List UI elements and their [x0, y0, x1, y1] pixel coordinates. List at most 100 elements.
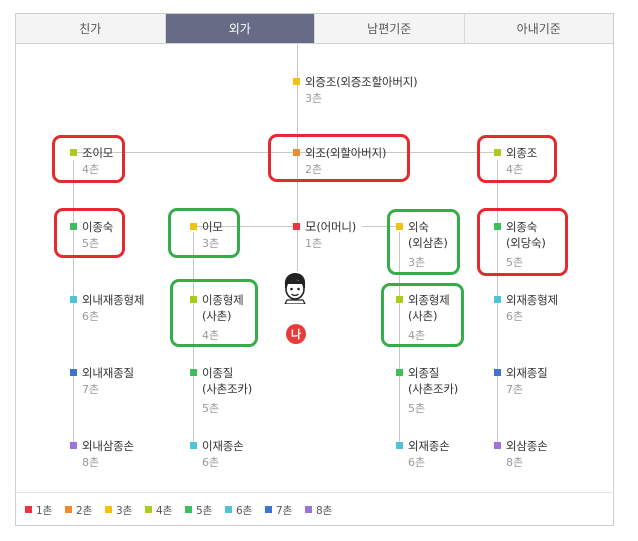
legend-item-8: 8촌	[305, 503, 345, 517]
node-degree: 2촌	[305, 163, 323, 176]
node-label: 외숙	[408, 220, 429, 234]
legend-divider	[15, 492, 614, 493]
node-label: 이종숙	[82, 220, 114, 234]
node-label: 외재종손	[408, 439, 450, 453]
node-degree: 7촌	[506, 383, 524, 396]
node-label: 외종숙	[506, 220, 538, 234]
degree-5-dot	[494, 223, 501, 230]
node-degree: 4촌	[408, 329, 426, 342]
legend-item-2: 2촌	[65, 503, 105, 517]
legend-item-3: 3촌	[105, 503, 145, 517]
degree-3-dot	[293, 78, 300, 85]
legend-color-swatch	[105, 506, 112, 513]
degree-2-dot	[293, 149, 300, 156]
node-degree: 3촌	[305, 92, 323, 105]
node-degree: 5촌	[82, 237, 100, 250]
degree-8-dot	[494, 442, 501, 449]
legend-color-swatch	[265, 506, 272, 513]
degree-3-dot	[396, 223, 403, 230]
degree-4-dot	[396, 296, 403, 303]
degree-5-dot	[70, 223, 77, 230]
node-degree: 6촌	[82, 310, 100, 323]
mother-label-suffix: (어머니)	[316, 220, 357, 234]
node-sublabel: (사촌)	[408, 309, 438, 323]
degree-3-dot	[190, 223, 197, 230]
node-degree: 5촌	[408, 402, 426, 415]
node-degree: 3촌	[202, 237, 220, 250]
degree-7-dot	[70, 369, 77, 376]
node-degree: 6촌	[202, 456, 220, 469]
node-degree: 4촌	[506, 163, 524, 176]
node-degree: 8촌	[506, 456, 524, 469]
legend-item-5: 5촌	[185, 503, 225, 517]
node-degree: 1촌	[305, 237, 323, 250]
degree-5-dot	[190, 369, 197, 376]
node-sublabel: (외삼촌)	[408, 236, 448, 250]
me-badge: 나	[286, 324, 306, 344]
legend-label: 8촌	[316, 505, 333, 517]
node-sublabel: (외당숙)	[506, 236, 546, 250]
node-label: 이종형제	[202, 293, 244, 307]
node-label: 이재종손	[202, 439, 244, 453]
degree-6-dot	[396, 442, 403, 449]
node-label: 외내삼종손	[82, 439, 134, 453]
node-label: 외종형제	[408, 293, 450, 307]
connector	[73, 160, 74, 446]
node-sublabel: (사촌조카)	[408, 382, 459, 396]
node-label: 외재종질	[506, 366, 548, 380]
legend-color-swatch	[225, 506, 232, 513]
node-sublabel: (사촌)	[202, 309, 232, 323]
degree-4-dot	[70, 149, 77, 156]
node-label: 이모	[202, 220, 223, 234]
node-degree: 4촌	[82, 163, 100, 176]
node-label: 외삼종손	[506, 439, 548, 453]
node-label: 모(어머니)	[305, 219, 356, 235]
legend-color-swatch	[25, 506, 32, 513]
node-label: 외종조	[506, 146, 538, 160]
legend-item-4: 4촌	[145, 503, 185, 517]
node-sublabel: (사촌조카)	[202, 382, 253, 396]
mother-label: 모	[305, 219, 317, 234]
person-avatar-icon	[284, 273, 306, 304]
degree-5-dot	[396, 369, 403, 376]
degree-6-dot	[494, 296, 501, 303]
degree-8-dot	[70, 442, 77, 449]
node-label: 외종질	[408, 366, 440, 380]
node-degree: 4촌	[202, 329, 220, 342]
degree-1-dot	[293, 223, 300, 230]
degree-4-dot	[494, 149, 501, 156]
legend-label: 1촌	[36, 505, 53, 517]
degree-legend: 1촌 2촌 3촌 4촌 5촌 6촌 7촌 8촌	[25, 503, 345, 517]
legend-item-7: 7촌	[265, 503, 305, 517]
degree-7-dot	[494, 369, 501, 376]
node-degree: 6촌	[408, 456, 426, 469]
degree-6-dot	[190, 442, 197, 449]
legend-label: 3촌	[116, 505, 133, 517]
node-degree: 3촌	[408, 256, 426, 269]
node-label: 외재종형제	[506, 293, 558, 307]
node-label: 이종질	[202, 366, 234, 380]
connector	[497, 160, 498, 446]
legend-item-1: 1촌	[25, 503, 65, 517]
degree-6-dot	[70, 296, 77, 303]
legend-label: 6촌	[236, 505, 253, 517]
legend-item-6: 6촌	[225, 503, 265, 517]
kinship-tree: 외증조(외증조할아버지) 3촌 조이모 4촌 외조(외할아버지) 2촌 외종조 …	[0, 0, 638, 541]
node-degree: 8촌	[82, 456, 100, 469]
node-label: 외내재종형제	[82, 293, 145, 307]
node-label: 외내재종질	[82, 366, 134, 380]
node-label: 외조(외할아버지)	[305, 146, 387, 160]
legend-label: 5촌	[196, 505, 213, 517]
node-degree: 6촌	[506, 310, 524, 323]
legend-label: 2촌	[76, 505, 93, 517]
legend-color-swatch	[185, 506, 192, 513]
node-degree: 5촌	[202, 402, 220, 415]
legend-label: 7촌	[276, 505, 293, 517]
legend-color-swatch	[145, 506, 152, 513]
node-label: 조이모	[82, 146, 114, 160]
node-degree: 7촌	[82, 383, 100, 396]
legend-color-swatch	[65, 506, 72, 513]
legend-color-swatch	[305, 506, 312, 513]
node-label: 외증조(외증조할아버지)	[305, 75, 418, 89]
node-degree: 5촌	[506, 256, 524, 269]
